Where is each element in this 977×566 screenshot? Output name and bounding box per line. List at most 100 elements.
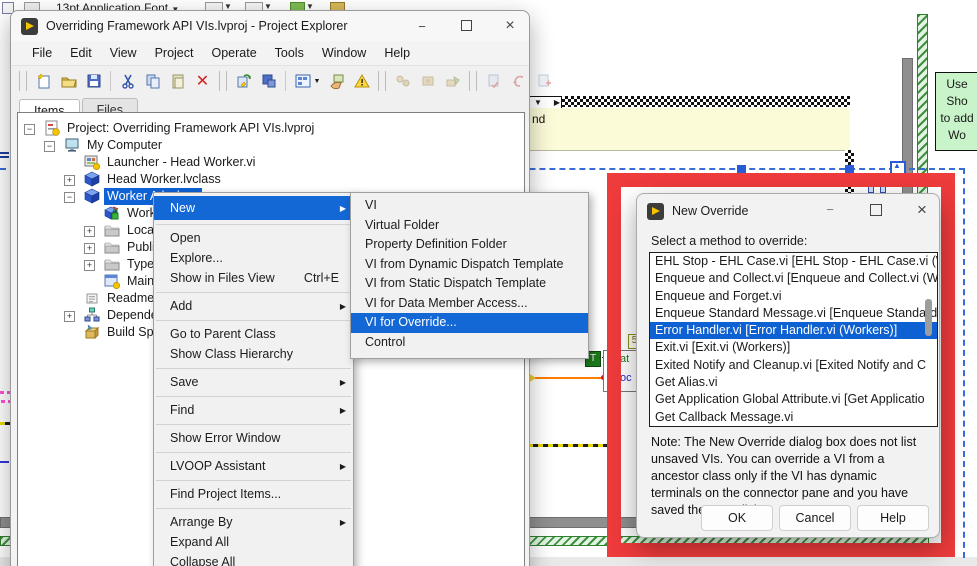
tree-label[interactable]: Launcher - Head Worker.vi: [104, 154, 258, 171]
hand-card-icon[interactable]: [324, 69, 349, 93]
tree-label[interactable]: Head Worker.lvclass: [104, 171, 224, 188]
dialog-minimize-button[interactable]: −: [817, 202, 843, 217]
tree-row-my-computer[interactable]: − My Computer: [18, 137, 524, 154]
ok-button[interactable]: OK: [701, 505, 773, 531]
grid-view-icon[interactable]: ▼: [290, 69, 324, 93]
submenu-item-vi-from-dynamic-dispatch-template[interactable]: VI from Dynamic Dispatch Template: [351, 255, 588, 275]
build-icon-1[interactable]: [390, 69, 415, 93]
menu-item-open[interactable]: Open: [154, 228, 353, 248]
menu-item-explore[interactable]: Explore...: [154, 248, 353, 268]
menu-item-go-to-parent-class[interactable]: Go to Parent Class: [154, 324, 353, 344]
tree-row-project[interactable]: − Project: Overriding Framework API VIs.…: [18, 120, 524, 137]
menu-item-save[interactable]: Save: [154, 372, 353, 393]
menu-item-arrange-by[interactable]: Arrange By: [154, 512, 353, 533]
menu-file[interactable]: File: [23, 44, 61, 62]
menu-tools[interactable]: Tools: [266, 44, 313, 62]
dialog-maximize-button[interactable]: [863, 204, 889, 219]
method-item[interactable]: Get Application Global Attribute.vi [Get…: [650, 391, 937, 408]
expand-icon[interactable]: +: [64, 310, 75, 322]
maximize-button[interactable]: [453, 19, 479, 34]
paste-icon[interactable]: [165, 69, 190, 93]
copy-icon[interactable]: [140, 69, 165, 93]
menu-separator: [156, 367, 351, 369]
menu-item-show-in-files-view[interactable]: Show in Files View Ctrl+E: [154, 268, 353, 288]
expand-icon[interactable]: +: [84, 242, 95, 254]
menu-edit[interactable]: Edit: [61, 44, 101, 62]
dialog-close-button[interactable]: ×: [909, 200, 935, 220]
save-all-icon[interactable]: [256, 69, 281, 93]
method-item[interactable]: Enqueue and Forget.vi: [650, 288, 937, 305]
help-button[interactable]: Help: [857, 505, 929, 531]
method-item-selected[interactable]: Error Handler.vi [Error Handler.vi (Work…: [650, 322, 937, 340]
scc-check-icon[interactable]: [481, 69, 506, 93]
method-item[interactable]: Get Alias.vi: [650, 374, 937, 391]
explorer-titlebar[interactable]: Overriding Framework API VIs.lvproj - Pr…: [11, 11, 529, 41]
minimize-button[interactable]: −: [409, 19, 435, 34]
scc-add-icon[interactable]: [531, 69, 556, 93]
submenu-item-control[interactable]: Control: [351, 333, 588, 353]
menu-item-show-class-hierarchy[interactable]: Show Class Hierarchy: [154, 344, 353, 364]
tree-row-head-worker-class[interactable]: + Head Worker.lvclass: [18, 171, 524, 188]
save-icon[interactable]: [81, 69, 106, 93]
collapse-icon[interactable]: −: [44, 140, 55, 152]
expand-icon[interactable]: +: [84, 259, 95, 271]
open-folder-icon[interactable]: [56, 69, 81, 93]
menu-item-collapse-all[interactable]: Collapse All: [154, 552, 353, 566]
menu-separator: [156, 223, 351, 225]
menu-view[interactable]: View: [101, 44, 146, 62]
menu-window[interactable]: Window: [313, 44, 375, 62]
method-listbox[interactable]: EHL Stop - EHL Case.vi [EHL Stop - EHL C…: [649, 252, 938, 427]
explorer-menubar: File Edit View Project Operate Tools Win…: [11, 42, 529, 64]
menu-item-new[interactable]: New: [154, 196, 353, 221]
method-item[interactable]: Get Callback Message.vi: [650, 409, 937, 426]
method-item[interactable]: EHL Stop - EHL Case.vi [EHL Stop - EHL C…: [650, 253, 937, 270]
submenu-item-vi[interactable]: VI: [351, 196, 588, 216]
build-icon-2[interactable]: [415, 69, 440, 93]
menu-item-lvoop-assistant[interactable]: LVOOP Assistant: [154, 456, 353, 477]
build-icon-3[interactable]: [440, 69, 465, 93]
toolbar-drag-handle[interactable]: [19, 71, 27, 91]
submenu-item-virtual-folder[interactable]: Virtual Folder: [351, 216, 588, 236]
computer-icon: [64, 137, 80, 153]
expand-icon[interactable]: +: [64, 174, 75, 186]
submenu-item-property-definition-folder[interactable]: Property Definition Folder: [351, 235, 588, 255]
warning-icon[interactable]: [349, 69, 374, 93]
cancel-button[interactable]: Cancel: [779, 505, 851, 531]
tree-label[interactable]: Project: Overriding Framework API VIs.lv…: [64, 120, 317, 137]
menu-item-show-error-window[interactable]: Show Error Window: [154, 428, 353, 448]
listbox-scrollbar-thumb[interactable]: [925, 299, 932, 336]
toolbar-drag-handle[interactable]: [219, 71, 227, 91]
comment-line: Use: [946, 77, 968, 91]
text-file-icon: [84, 290, 100, 306]
submenu-item-vi-for-override[interactable]: VI for Override...: [351, 313, 588, 333]
close-button[interactable]: ×: [497, 17, 523, 35]
menu-item-find[interactable]: Find: [154, 400, 353, 421]
submenu-item-vi-from-static-dispatch-template[interactable]: VI from Static Dispatch Template: [351, 274, 588, 294]
menu-item-find-project-items[interactable]: Find Project Items...: [154, 484, 353, 504]
diagram-comment[interactable]: Use Sho to add Wo: [935, 72, 977, 151]
method-item[interactable]: Enqueue Standard Message.vi [Enqueue Sta…: [650, 305, 937, 322]
expand-icon[interactable]: +: [84, 225, 95, 237]
refresh-project-icon[interactable]: [231, 69, 256, 93]
submenu-item-vi-for-data-member-access[interactable]: VI for Data Member Access...: [351, 294, 588, 314]
scc-undo-icon[interactable]: [506, 69, 531, 93]
menu-separator: [156, 319, 351, 321]
collapse-icon[interactable]: −: [24, 123, 35, 135]
dialog-titlebar[interactable]: New Override: [637, 194, 939, 228]
tree-label[interactable]: My Computer: [84, 137, 165, 154]
new-vi-icon[interactable]: [31, 69, 56, 93]
menu-project[interactable]: Project: [146, 44, 203, 62]
toolbar-drag-handle[interactable]: [469, 71, 477, 91]
tree-row-launcher[interactable]: Launcher - Head Worker.vi: [18, 154, 524, 171]
menu-item-add[interactable]: Add: [154, 296, 353, 317]
delete-icon[interactable]: ✕: [190, 69, 215, 93]
menu-help[interactable]: Help: [375, 44, 419, 62]
collapse-icon[interactable]: −: [64, 191, 75, 203]
method-item[interactable]: Exit.vi [Exit.vi (Workers)]: [650, 339, 937, 356]
menu-operate[interactable]: Operate: [202, 44, 265, 62]
toolbar-drag-handle[interactable]: [378, 71, 386, 91]
cut-icon[interactable]: [115, 69, 140, 93]
menu-item-expand-all[interactable]: Expand All: [154, 532, 353, 552]
method-item[interactable]: Enqueue and Collect.vi [Enqueue and Coll…: [650, 270, 937, 287]
method-item[interactable]: Exited Notify and Cleanup.vi [Exited Not…: [650, 357, 937, 374]
